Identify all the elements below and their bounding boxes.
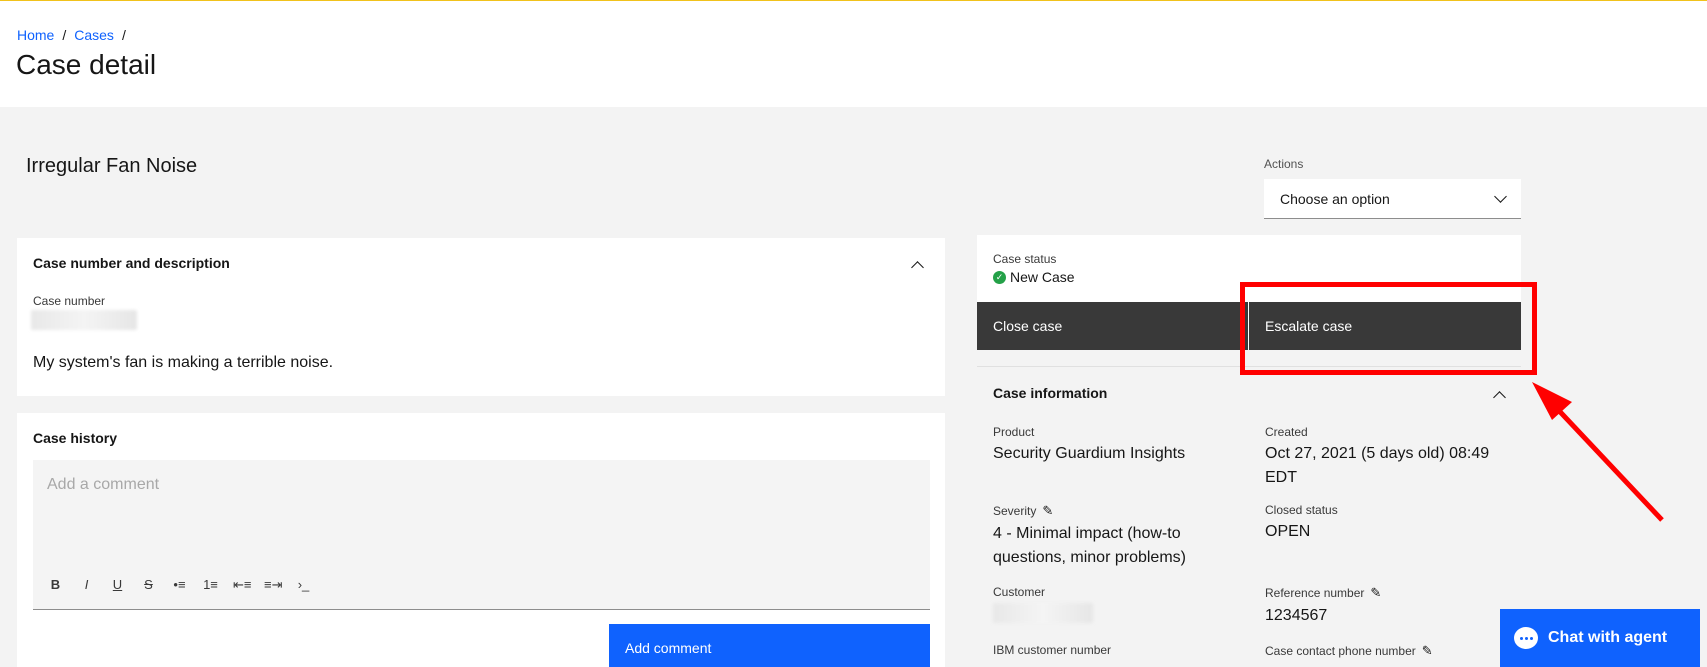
chevron-up-icon[interactable] [1493, 391, 1506, 404]
contact-phone-label-text: Case contact phone number [1265, 644, 1416, 658]
chat-bubble-icon [1514, 627, 1538, 649]
customer-value-redacted [993, 603, 1093, 623]
edit-pencil-icon[interactable]: ✎ [1370, 585, 1381, 601]
closed-status-label: Closed status [1265, 503, 1338, 517]
case-description-text: My system's fan is making a terrible noi… [33, 354, 334, 371]
edit-pencil-icon[interactable]: ✎ [1422, 643, 1433, 659]
bold-icon[interactable]: B [47, 577, 64, 593]
case-information-card: Case information Product Security Guardi… [977, 366, 1521, 667]
product-value: Security Guardium Insights [993, 445, 1186, 462]
product-label: Product [993, 425, 1035, 439]
code-icon[interactable]: ›_ [295, 577, 312, 593]
page-title: Case detail [16, 49, 157, 80]
breadcrumb-home-link[interactable]: Home [17, 27, 54, 43]
product-field: Product Security Guardium Insights [993, 425, 1253, 466]
closed-status-field: Closed status OPEN [1265, 503, 1525, 544]
chevron-down-icon [1494, 189, 1507, 203]
created-label: Created [1265, 425, 1308, 439]
severity-label-text: Severity [993, 504, 1037, 518]
customer-label: Customer [993, 585, 1046, 599]
case-history-card: Case history Add a comment B I U S •≡ 1≡… [17, 413, 945, 667]
case-status-value: New Case [1010, 269, 1075, 285]
comment-textarea[interactable]: Add a comment B I U S •≡ 1≡ ⇤≡ ≡⇥ ›_ [33, 460, 930, 610]
case-number-value-redacted [31, 310, 137, 330]
page-header: Home / Cases / Case detail [0, 1, 1707, 107]
contact-phone-label: Case contact phone number ✎ [1265, 643, 1525, 659]
breadcrumb-separator: / [121, 27, 126, 43]
ibm-customer-number-field: IBM customer number [993, 643, 1253, 657]
comment-placeholder: Add a comment [47, 476, 160, 493]
customer-field: Customer [993, 585, 1253, 623]
contact-phone-field: Case contact phone number ✎ [1265, 643, 1525, 659]
rich-text-toolbar: B I U S •≡ 1≡ ⇤≡ ≡⇥ ›_ [47, 577, 312, 593]
created-field: Created Oct 27, 2021 (5 days old) 08:49 … [1265, 425, 1510, 490]
case-information-heading: Case information [993, 385, 1108, 401]
breadcrumb: Home / Cases / [17, 27, 134, 43]
reference-number-value: 1234567 [1265, 607, 1328, 624]
created-value: Oct 27, 2021 (5 days old) 08:49 EDT [1265, 445, 1490, 486]
close-case-button[interactable]: Close case [977, 302, 1248, 350]
case-status-label: Case status [993, 252, 1057, 266]
closed-status-value: OPEN [1265, 523, 1311, 540]
numbered-list-icon[interactable]: 1≡ [202, 577, 219, 593]
case-number-label: Case number [33, 294, 106, 308]
severity-label: Severity ✎ [993, 503, 1223, 519]
reference-number-label-text: Reference number [1265, 586, 1365, 600]
breadcrumb-separator: / [62, 27, 67, 43]
case-status: ✓ New Case [993, 269, 1075, 285]
severity-field: Severity ✎ 4 - Minimal impact (how-to que… [993, 503, 1223, 570]
outdent-icon[interactable]: ⇤≡ [233, 577, 251, 593]
case-title: Irregular Fan Noise [26, 155, 198, 177]
severity-value: 4 - Minimal impact (how-to questions, mi… [993, 525, 1186, 566]
underline-icon[interactable]: U [109, 577, 126, 593]
escalate-highlight-box [1240, 282, 1537, 375]
case-history-heading: Case history [33, 430, 118, 446]
italic-icon[interactable]: I [78, 577, 95, 593]
strikethrough-icon[interactable]: S [140, 577, 157, 593]
add-comment-button[interactable]: Add comment [609, 624, 930, 667]
reference-number-field: Reference number ✎ 1234567 [1265, 585, 1525, 628]
actions-dropdown-value: Choose an option [1280, 190, 1390, 207]
chat-with-agent-button[interactable]: Chat with agent [1500, 609, 1700, 667]
breadcrumb-cases-link[interactable]: Cases [74, 27, 114, 43]
checkmark-circle-icon: ✓ [993, 270, 1006, 284]
chevron-up-icon[interactable] [911, 261, 924, 274]
actions-dropdown[interactable]: Choose an option [1264, 179, 1521, 219]
indent-icon[interactable]: ≡⇥ [264, 577, 282, 593]
actions-label: Actions [1264, 157, 1304, 171]
edit-pencil-icon[interactable]: ✎ [1042, 503, 1053, 519]
bulleted-list-icon[interactable]: •≡ [171, 577, 188, 593]
case-description-heading: Case number and description [33, 255, 230, 271]
case-description-card: Case number and description Case number … [17, 238, 945, 396]
reference-number-label: Reference number ✎ [1265, 585, 1525, 601]
ibm-customer-number-label: IBM customer number [993, 643, 1112, 657]
chat-with-agent-label: Chat with agent [1548, 629, 1668, 646]
